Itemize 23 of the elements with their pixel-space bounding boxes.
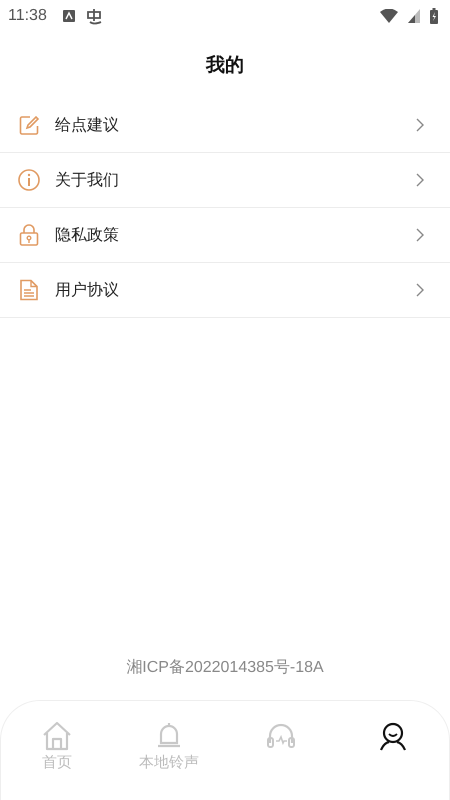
menu-item[interactable]: 用户协议 [0, 263, 450, 318]
wifi-icon [380, 9, 398, 23]
license-text: 湘ICP备2022014385号-18A [125, 658, 325, 678]
menu-item[interactable]: 隐私政策 [0, 208, 450, 263]
document-icon [18, 279, 40, 301]
clock: 11:38 [8, 7, 47, 25]
signal-icon [408, 9, 420, 23]
menu-item[interactable]: 关于我们 [0, 153, 450, 208]
home-icon [42, 721, 72, 751]
lock-icon [18, 224, 40, 246]
chevron-right-icon [416, 118, 424, 132]
info-icon [18, 169, 40, 191]
battery-icon [430, 8, 438, 24]
menu-item[interactable]: 给点建议 [0, 98, 450, 153]
person-icon [378, 721, 408, 751]
page-title: 我的 [204, 53, 245, 78]
chevron-right-icon [416, 173, 424, 187]
edit-icon [18, 114, 40, 136]
notification-icon [62, 10, 75, 22]
chevron-right-icon [416, 283, 424, 297]
app-notification-icon [84, 7, 103, 25]
chevron-right-icon [416, 228, 424, 242]
headphones-icon [266, 721, 296, 751]
